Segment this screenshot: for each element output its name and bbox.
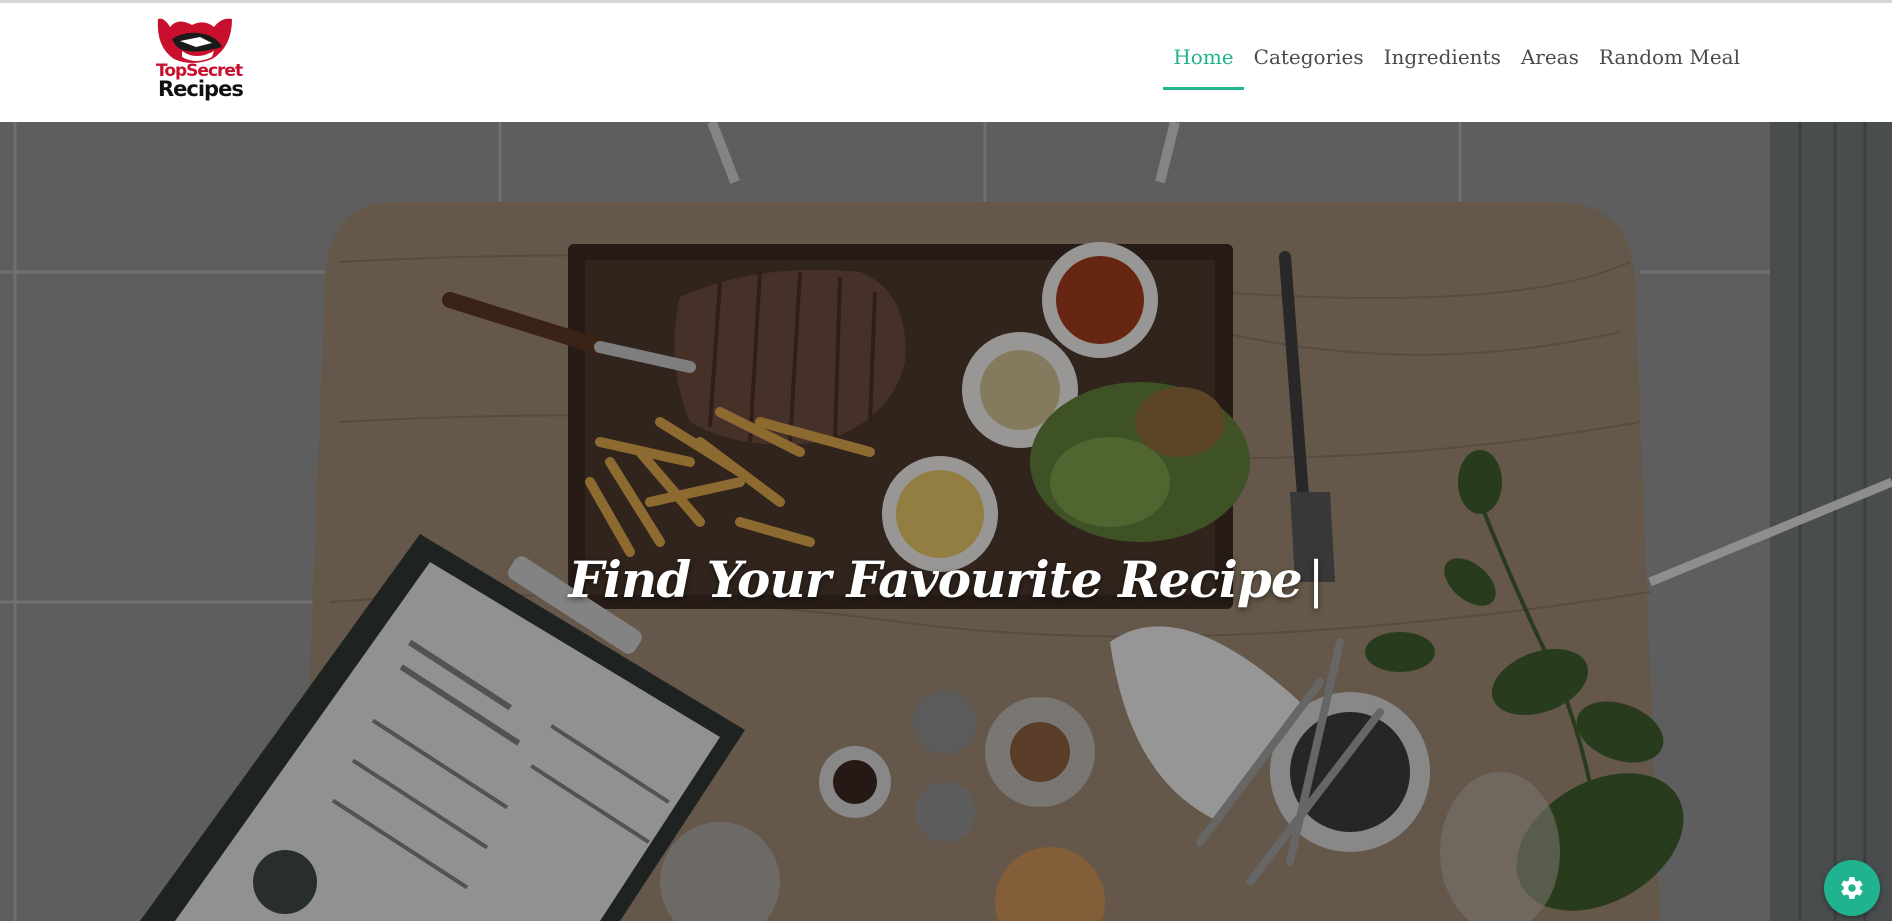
logo-text-bottom: Recipes <box>158 77 244 101</box>
hero-section: Find Your Favourite Recipe | <box>0 122 1892 921</box>
gear-icon <box>1841 877 1863 899</box>
hero-title-text: Find Your Favourite Recipe <box>568 550 1302 609</box>
main-nav: Home Categories Ingredients Areas Random… <box>1163 47 1750 90</box>
navbar: TopSecret Recipes Home Categories Ingred… <box>0 3 1892 122</box>
nav-ingredients[interactable]: Ingredients <box>1374 47 1511 89</box>
hero-dark-overlay <box>0 122 1892 921</box>
nav-areas[interactable]: Areas <box>1511 47 1589 89</box>
nav-random-meal[interactable]: Random Meal <box>1589 47 1750 89</box>
nav-categories[interactable]: Categories <box>1244 47 1374 89</box>
typing-cursor: | <box>1307 551 1325 609</box>
site-logo[interactable]: TopSecret Recipes <box>152 17 244 107</box>
nav-home[interactable]: Home <box>1163 47 1244 90</box>
settings-button[interactable] <box>1824 860 1880 916</box>
hero-title: Find Your Favourite Recipe | <box>0 550 1892 609</box>
